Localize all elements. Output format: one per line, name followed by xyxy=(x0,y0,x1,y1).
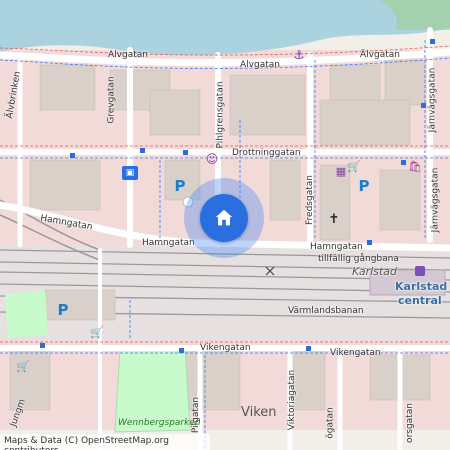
street-label: Alvgatan xyxy=(108,50,148,60)
shop-icon[interactable]: 🛒 xyxy=(347,160,361,173)
street-label: Fredsgatan xyxy=(304,175,315,225)
street-label: Viktoriagatan xyxy=(287,369,298,431)
street-label: Pihlgrensgatan xyxy=(215,81,226,149)
street-label: orsgatan xyxy=(404,403,415,443)
church-icon[interactable]: ✝ xyxy=(328,212,340,227)
home-pin-icon[interactable] xyxy=(200,194,248,242)
station-label: central xyxy=(398,294,442,307)
street-label: Hamngatan xyxy=(310,242,363,252)
train-station-icon[interactable] xyxy=(415,266,425,276)
place-label-viken: Viken xyxy=(241,405,277,420)
place-label-karlstad: Karlstad xyxy=(352,265,397,278)
street-label: Hamngatan xyxy=(142,238,195,248)
map-view[interactable]: P P P ▣ ☺ ▦ ✝ 🛒 🛍 🛒 🛒 ⚓ Alvgatan Alvgata… xyxy=(0,0,450,450)
street-label: Värmlandsbanan xyxy=(288,306,364,316)
cinema-icon[interactable]: ▦ xyxy=(334,164,348,178)
bus-station-icon[interactable]: ▣ xyxy=(122,166,138,180)
street-label: Alvgatan xyxy=(240,60,280,70)
map-attribution: Maps & Data (C) OpenStreetMap.org contri… xyxy=(0,434,210,450)
park-label: Wennbergsparken xyxy=(118,418,201,428)
parking-icon[interactable]: P xyxy=(172,177,188,195)
street-label: Vikengatan xyxy=(330,348,381,358)
street-label: Järnvägsgatan xyxy=(427,67,438,133)
parking-icon[interactable]: P xyxy=(55,301,71,319)
street-label: Grevgatan xyxy=(106,76,117,124)
station-label: Karlstad xyxy=(395,280,448,293)
street-label: Älvgatan xyxy=(360,50,400,60)
anchor-icon[interactable]: ⚓ xyxy=(292,48,306,62)
shop-icon[interactable]: 🛒 xyxy=(90,326,104,339)
theatre-icon[interactable]: ☺ xyxy=(205,152,219,166)
street-label: Järnvägsgatan xyxy=(430,167,441,233)
street-label: Drottninggatan xyxy=(232,148,301,158)
shop-icon[interactable]: 🛍 xyxy=(408,160,422,173)
parking-icon[interactable]: P xyxy=(356,177,372,195)
home-icon xyxy=(215,209,233,226)
street-label: Vikengatan xyxy=(200,343,251,353)
street-label: ögatan xyxy=(325,407,336,439)
street-label: tillfällig gångbana xyxy=(318,254,399,264)
shop-icon[interactable]: 🛒 xyxy=(16,360,30,373)
